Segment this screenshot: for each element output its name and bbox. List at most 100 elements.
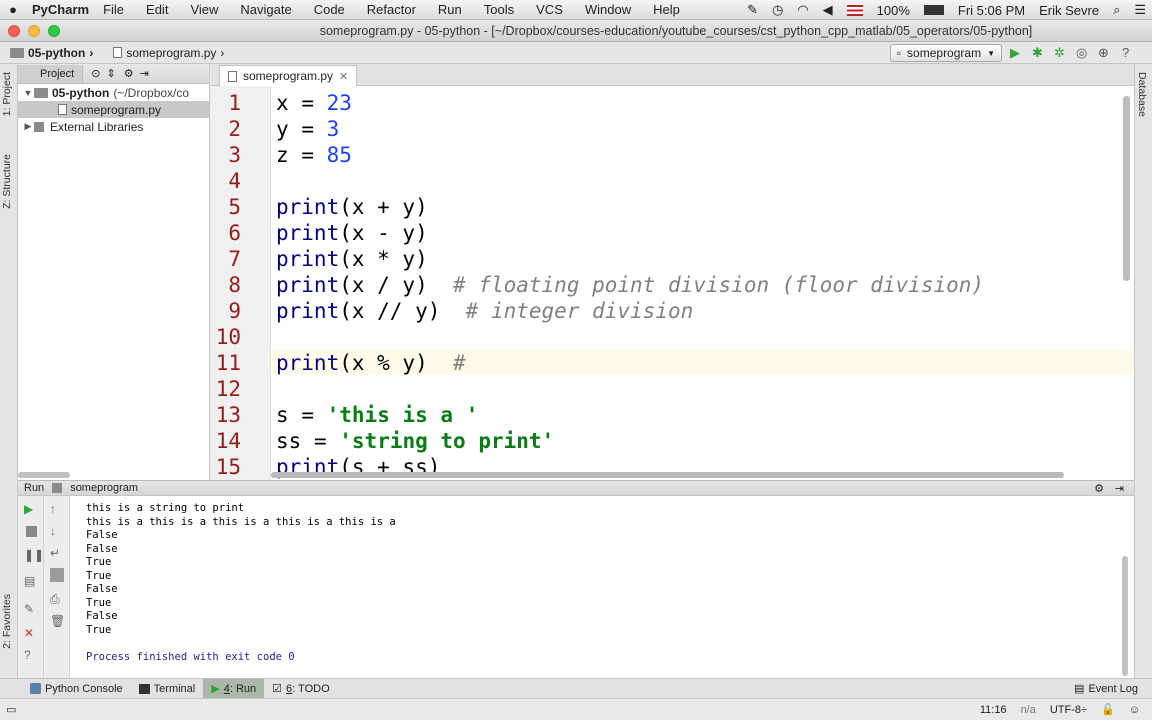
- line-separator[interactable]: n/a: [1021, 704, 1036, 716]
- breadcrumb-project[interactable]: 05-python ›: [0, 46, 103, 60]
- breadcrumb-file[interactable]: someprogram.py ›: [103, 46, 234, 60]
- python-console-label: Python Console: [45, 682, 123, 695]
- menu-help[interactable]: Help: [653, 2, 680, 17]
- scroll-from-source-icon[interactable]: ⊙: [91, 67, 100, 80]
- battery-percent[interactable]: 100%: [877, 3, 910, 18]
- profile-icon[interactable]: ◎: [1076, 46, 1090, 60]
- tree-row-file[interactable]: someprogram.py: [18, 101, 209, 118]
- concurrency-icon[interactable]: ⊕: [1098, 46, 1112, 60]
- menu-navigate[interactable]: Navigate: [240, 2, 291, 17]
- flag-icon[interactable]: [846, 4, 863, 16]
- apple-icon[interactable]: ●: [0, 2, 26, 17]
- down-arrow-icon[interactable]: ↓: [50, 524, 64, 538]
- close-tab-icon[interactable]: ✕: [339, 70, 348, 83]
- project-hscrollbar[interactable]: [18, 472, 70, 478]
- tree-row-root[interactable]: ▼ 05-python (~/Dropbox/co: [18, 84, 209, 101]
- run-tab[interactable]: ▶ 4: Run: [203, 678, 265, 699]
- code-line[interactable]: print(x % y) #: [276, 350, 466, 376]
- event-log-tab[interactable]: ▤ Event Log: [1066, 679, 1146, 699]
- hide-panel-icon[interactable]: ⇥: [140, 67, 149, 80]
- menu-run[interactable]: Run: [438, 2, 462, 17]
- editor-hscrollbar[interactable]: [271, 472, 1064, 478]
- help-icon[interactable]: ?: [1122, 46, 1136, 60]
- file-encoding[interactable]: UTF-8÷: [1050, 704, 1087, 716]
- run-icon[interactable]: ▶: [1010, 46, 1024, 60]
- todo-tab[interactable]: ☑ 6: TODO: [264, 679, 338, 699]
- print-icon[interactable]: ⎙: [50, 592, 64, 606]
- code-line[interactable]: print(x / y) # floating point division (…: [276, 272, 984, 298]
- editor-tab-someprogram[interactable]: someprogram.py ✕: [219, 65, 358, 86]
- clock[interactable]: Fri 5:06 PM: [958, 3, 1025, 18]
- list-icon[interactable]: ☰: [1134, 2, 1146, 18]
- volume-icon[interactable]: ◀: [823, 2, 833, 18]
- help-icon[interactable]: ?: [24, 648, 38, 662]
- run-config-name[interactable]: someprogram: [70, 482, 138, 494]
- run-tab-icon: ▶: [211, 683, 220, 695]
- menu-tools[interactable]: Tools: [484, 2, 514, 17]
- console-output[interactable]: this is a string to print this is a this …: [86, 502, 396, 664]
- database-tool-tab[interactable]: Database: [1136, 72, 1148, 117]
- line-number: 3: [228, 143, 241, 167]
- debug-icon[interactable]: ✱: [1032, 46, 1046, 60]
- close-run-icon[interactable]: ✕: [24, 626, 38, 640]
- app-name[interactable]: PyCharm: [32, 2, 89, 17]
- wifi-icon[interactable]: ◠: [797, 2, 808, 18]
- terminal-tab[interactable]: Terminal: [131, 679, 204, 699]
- gear-icon[interactable]: ⚙: [1094, 482, 1104, 495]
- close-window-button[interactable]: [8, 25, 20, 37]
- tree-row-libraries[interactable]: ▶ External Libraries: [18, 118, 209, 135]
- user-name[interactable]: Erik Sevre: [1039, 3, 1099, 18]
- scroll-to-end-icon[interactable]: [50, 568, 64, 582]
- gear-icon[interactable]: ⚙: [124, 67, 134, 80]
- run-config-dropdown[interactable]: ▫ someprogram ▼: [889, 44, 1002, 62]
- code-line[interactable]: z = 85: [276, 142, 352, 168]
- code-line[interactable]: y = 3: [276, 116, 339, 142]
- coverage-icon[interactable]: ✲: [1054, 46, 1068, 60]
- zoom-window-button[interactable]: [48, 25, 60, 37]
- menu-window[interactable]: Window: [585, 2, 631, 17]
- code-line[interactable]: print(x + y): [276, 194, 428, 220]
- rerun-icon[interactable]: ▶: [24, 502, 38, 516]
- pin-icon[interactable]: ✎: [24, 602, 38, 616]
- project-tool-tab[interactable]: 1: Project: [1, 72, 13, 116]
- run-vscrollbar[interactable]: [1122, 556, 1128, 676]
- caret-position[interactable]: 11:16: [980, 704, 1007, 716]
- structure-tool-tab[interactable]: Z: Structure: [1, 154, 13, 209]
- battery-icon[interactable]: [923, 5, 944, 15]
- project-view-tab[interactable]: Project: [18, 64, 84, 83]
- window-title: someprogram.py - 05-python - [~/Dropbox/…: [319, 24, 1033, 38]
- menu-edit[interactable]: Edit: [146, 2, 168, 17]
- trash-icon[interactable]: 🗑: [50, 614, 65, 628]
- expand-arrow-icon[interactable]: ▼: [22, 88, 34, 98]
- code-line[interactable]: print(x - y): [276, 220, 428, 246]
- toggle-tool-windows-icon[interactable]: ▭: [6, 703, 16, 716]
- code-area[interactable]: x = 23 y = 3z = 85 print(x + y) print(x - y…: [271, 86, 1134, 480]
- soft-wrap-icon[interactable]: ↵: [50, 546, 64, 560]
- menu-vcs[interactable]: VCS: [536, 2, 563, 17]
- hide-panel-icon[interactable]: ⇥: [1115, 482, 1124, 495]
- pause-icon[interactable]: ❚❚: [24, 548, 44, 562]
- editor-vscrollbar[interactable]: [1123, 96, 1130, 281]
- menu-code[interactable]: Code: [314, 2, 345, 17]
- minimize-window-button[interactable]: [28, 25, 40, 37]
- code-line[interactable]: print(x * y): [276, 246, 428, 272]
- favorites-tool-tab[interactable]: 2: Favorites: [1, 594, 13, 649]
- up-arrow-icon[interactable]: ↑: [50, 502, 64, 516]
- tools-icon[interactable]: ✎: [747, 2, 758, 18]
- code-line[interactable]: x = 23: [276, 90, 352, 116]
- code-line[interactable]: ss = 'string to print': [276, 428, 554, 454]
- code-line[interactable]: print(x // y) # integer division: [276, 298, 693, 324]
- python-console-tab[interactable]: Python Console: [22, 679, 131, 699]
- code-line[interactable]: s = 'this is a ': [276, 402, 478, 428]
- inspector-icon[interactable]: ☺: [1129, 704, 1140, 716]
- collapse-all-icon[interactable]: ⇕: [106, 67, 115, 80]
- menu-file[interactable]: File: [103, 2, 124, 17]
- search-icon[interactable]: ⌕: [1113, 2, 1120, 18]
- lock-icon[interactable]: 🔓: [1101, 703, 1115, 716]
- menu-view[interactable]: View: [190, 2, 218, 17]
- collapse-arrow-icon[interactable]: ▶: [22, 121, 34, 132]
- stop-icon[interactable]: [26, 526, 37, 537]
- clock-status-icon[interactable]: ◷: [772, 2, 783, 18]
- dump-threads-icon[interactable]: ▤: [24, 574, 38, 588]
- menu-refactor[interactable]: Refactor: [367, 2, 416, 17]
